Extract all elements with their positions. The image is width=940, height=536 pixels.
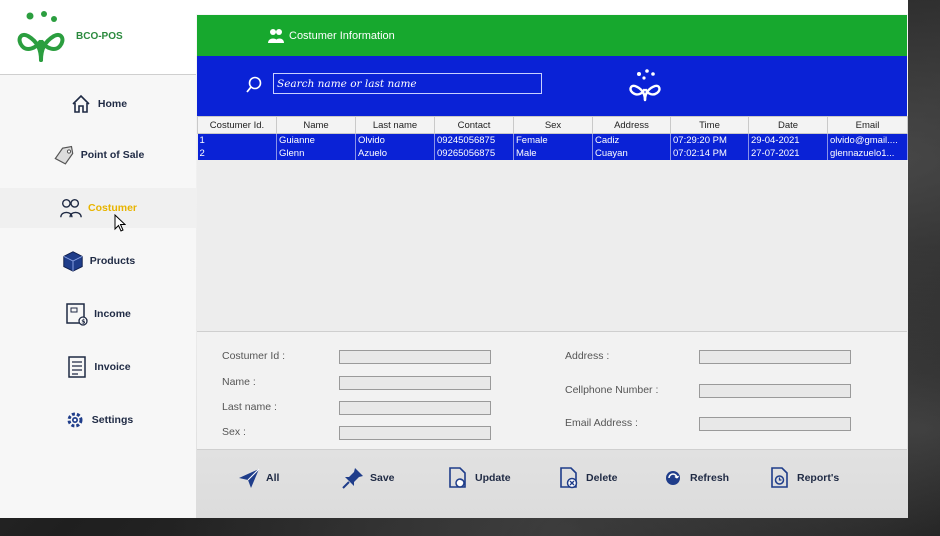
- sidebar-item-label: Invoice: [94, 361, 131, 373]
- customer-table: Costumer Id. Name Last name Contact Sex …: [197, 116, 908, 332]
- column-header[interactable]: Costumer Id.: [197, 116, 277, 134]
- group-icon: [268, 28, 284, 43]
- email-label: Email Address :: [565, 417, 638, 429]
- app-window: BCO-POS Home Point of Sale Costumer Prod: [0, 0, 908, 518]
- table-cell: 1: [197, 133, 277, 147]
- email-field[interactable]: [699, 417, 851, 431]
- sex-field[interactable]: [339, 426, 491, 440]
- column-header[interactable]: Last name: [355, 116, 435, 134]
- refresh-icon: [660, 465, 686, 491]
- table-cell: Olvido: [355, 133, 435, 147]
- sidebar-item-label: Point of Sale: [80, 149, 145, 161]
- page-title: Costumer Information: [289, 29, 395, 42]
- update-button[interactable]: Update: [445, 463, 511, 493]
- document-delete-icon: [556, 465, 582, 491]
- all-button[interactable]: All: [236, 463, 279, 493]
- sidebar-item-label: Home: [97, 98, 128, 110]
- table-cell: 27-07-2021: [748, 146, 828, 160]
- column-header[interactable]: Date: [748, 116, 828, 134]
- name-label: Name :: [222, 376, 256, 388]
- sidebar-item-settings[interactable]: Settings: [0, 400, 196, 440]
- reports-button[interactable]: Report's: [767, 463, 839, 493]
- all-button-label: All: [266, 472, 280, 484]
- table-cell: 09265056875: [434, 146, 514, 160]
- sidebar-item-invoice[interactable]: Invoice: [0, 347, 196, 387]
- customer-id-field[interactable]: [339, 350, 491, 364]
- bco-logo-icon: [17, 11, 65, 62]
- sidebar-item-label: Settings: [91, 414, 134, 426]
- customers-icon: [59, 196, 83, 220]
- save-button[interactable]: Save: [340, 463, 395, 493]
- address-label: Address :: [565, 350, 610, 362]
- home-icon: [69, 92, 93, 116]
- sidebar-item-label: Costumer: [87, 202, 137, 214]
- table-header-row: Costumer Id. Name Last name Contact Sex …: [197, 116, 908, 134]
- table-row[interactable]: 1 Guianne Olvido 09245056875 Female Cadi…: [197, 133, 908, 147]
- table-cell: 09245056875: [434, 133, 514, 147]
- customer-id-label: Costumer Id :: [222, 350, 286, 362]
- table-cell: 07:02:14 PM: [670, 146, 749, 160]
- update-button-label: Update: [475, 472, 511, 484]
- sex-label: Sex :: [222, 426, 246, 438]
- column-header[interactable]: Name: [276, 116, 356, 134]
- table-cell: Guianne: [276, 133, 356, 147]
- delete-button-label: Delete: [586, 472, 618, 484]
- customer-form: Costumer Id : Name : Last name : Sex : A…: [197, 332, 907, 450]
- price-tag-icon: [52, 143, 76, 167]
- column-header[interactable]: Address: [592, 116, 671, 134]
- table-cell: Glenn: [276, 146, 356, 160]
- name-field[interactable]: [339, 376, 491, 390]
- svg-text:$: $: [81, 319, 85, 326]
- sidebar-item-point-of-sale[interactable]: Point of Sale: [0, 135, 196, 175]
- plant-logo-icon: [629, 69, 661, 102]
- paper-plane-icon: [236, 465, 262, 491]
- document-refresh-icon: [445, 465, 471, 491]
- table-cell: Cuayan: [592, 146, 671, 160]
- last-name-label: Last name :: [222, 401, 277, 413]
- box-icon: [61, 249, 85, 273]
- table-cell: olvido@gmail....: [827, 133, 908, 147]
- delete-button[interactable]: Delete: [556, 463, 618, 493]
- column-header[interactable]: Sex: [513, 116, 593, 134]
- table-cell: Cadiz: [592, 133, 671, 147]
- invoice-icon: [65, 355, 89, 379]
- table-cell: 07:29:20 PM: [670, 133, 749, 147]
- app-name: BCO-POS: [76, 31, 123, 42]
- refresh-button[interactable]: Refresh: [660, 463, 729, 493]
- save-button-label: Save: [370, 472, 395, 484]
- sidebar: BCO-POS Home Point of Sale Costumer Prod: [0, 0, 196, 518]
- report-icon: [767, 465, 793, 491]
- table-cell: 29-04-2021: [748, 133, 828, 147]
- reports-button-label: Report's: [797, 472, 840, 484]
- column-header[interactable]: Time: [670, 116, 749, 134]
- search-icon[interactable]: [245, 76, 263, 94]
- sidebar-item-income[interactable]: $ Income: [0, 294, 196, 334]
- table-cell: Female: [513, 133, 593, 147]
- table-cell: Male: [513, 146, 593, 160]
- sidebar-item-costumer[interactable]: Costumer: [0, 188, 196, 228]
- last-name-field[interactable]: [339, 401, 491, 415]
- table-row[interactable]: 2 Glenn Azuelo 09265056875 Male Cuayan 0…: [197, 146, 908, 160]
- table-cell: glennazuelo1...: [827, 146, 908, 160]
- cellphone-field[interactable]: [699, 384, 851, 398]
- sidebar-item-label: Products: [89, 255, 136, 267]
- table-cell: 2: [197, 146, 277, 160]
- address-field[interactable]: [699, 350, 851, 364]
- search-bar: [197, 56, 907, 116]
- sidebar-item-label: Income: [94, 308, 131, 320]
- gear-icon: [63, 408, 87, 432]
- search-input[interactable]: [273, 73, 542, 94]
- pin-icon: [340, 465, 366, 491]
- mouse-cursor-icon: [114, 214, 126, 232]
- column-header[interactable]: Contact: [434, 116, 514, 134]
- sidebar-item-products[interactable]: Products: [0, 241, 196, 281]
- money-document-icon: $: [65, 302, 89, 326]
- sidebar-item-home[interactable]: Home: [0, 84, 196, 124]
- cellphone-label: Cellphone Number :: [565, 384, 659, 396]
- refresh-button-label: Refresh: [690, 472, 730, 484]
- column-header[interactable]: Email: [827, 116, 908, 134]
- table-cell: Azuelo: [355, 146, 435, 160]
- logo-area: BCO-POS: [0, 0, 196, 75]
- page-header: Costumer Information: [197, 15, 907, 56]
